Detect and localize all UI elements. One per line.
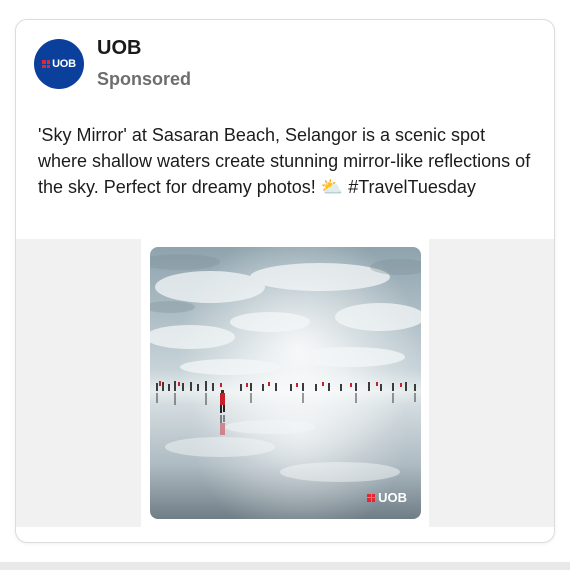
avatar[interactable]: UOB <box>34 39 84 89</box>
media-area: UOB <box>16 239 554 527</box>
uob-watermark: UOB <box>367 490 407 505</box>
post-image[interactable]: UOB <box>150 247 421 519</box>
sponsored-label: Sponsored <box>97 69 192 89</box>
uob-watermark-icon <box>367 493 376 502</box>
sponsored-post-card: UOB UOB Sponsored 'Sky Mirror' at Sasara… <box>15 19 555 543</box>
sky-mirror-photo <box>150 247 421 519</box>
account-name[interactable]: UOB <box>97 37 141 60</box>
post-caption: 'Sky Mirror' at Sasaran Beach, Selangor … <box>38 125 531 197</box>
media-frame: UOB <box>141 239 429 527</box>
uob-mark-icon <box>42 60 51 68</box>
uob-logo-icon: UOB <box>42 58 76 70</box>
avatar-logo-text: UOB <box>52 58 76 70</box>
watermark-text: UOB <box>378 490 407 505</box>
next-post-divider <box>0 562 570 570</box>
